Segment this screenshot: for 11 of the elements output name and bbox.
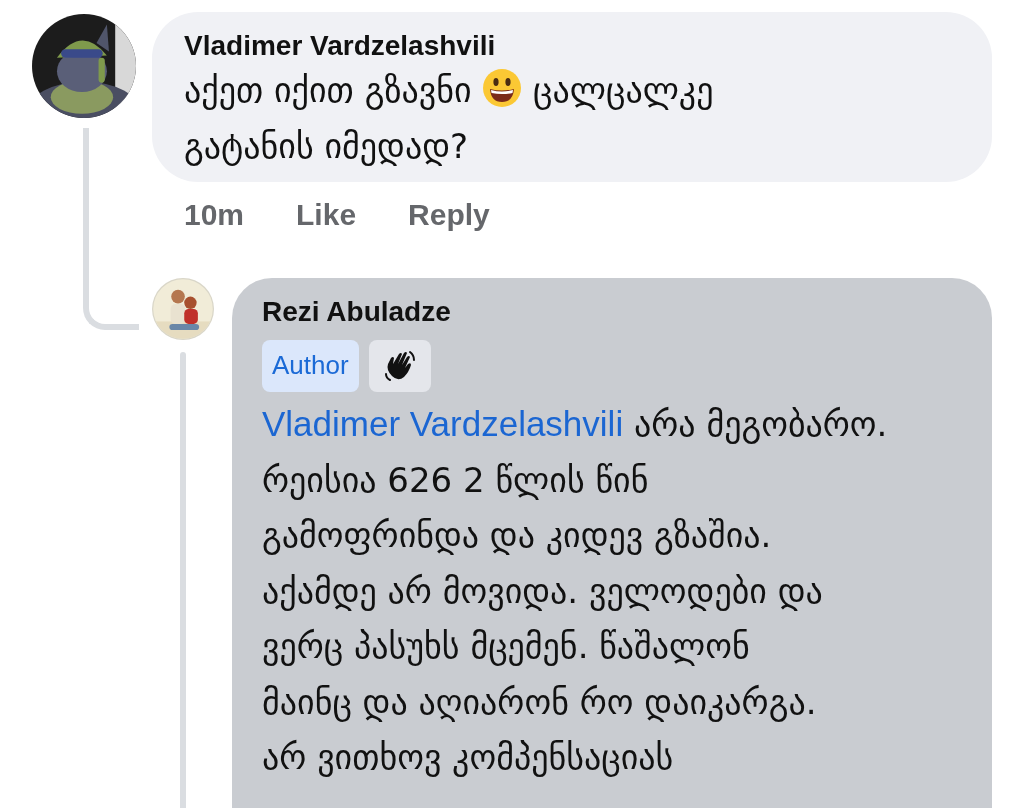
author-name[interactable]: Rezi Abuladze [262,296,972,328]
reply-text: Vladimer Vardzelashvili არა მეგობარო. რეისია 626 2 წლის წინ გამოფრინდა და კიდევ გზაშია. აქამდე არ მოვიდა. ველოდები და ვერც პასუხს მცემენ. წაშალონ მაინც და აღიარონ რო დაიკარგა. არ ვითხოვ კომპენსაციას [262,403,889,779]
comment-text: აქეთ იქით გზავნი ცალცალკე გატანის იმედად? [184,67,715,168]
author-name[interactable]: Vladimer Vardzelashvili [184,30,960,62]
timestamp: 10m [184,198,245,232]
author-badge: Author [262,340,359,392]
mention-link[interactable]: Vladimer Vardzelashvili [262,404,624,443]
action-link[interactable]: Like [296,198,357,232]
action-link[interactable]: Reply [408,198,490,232]
grinning-face-icon [482,68,523,108]
waving-hand-icon [368,340,431,392]
